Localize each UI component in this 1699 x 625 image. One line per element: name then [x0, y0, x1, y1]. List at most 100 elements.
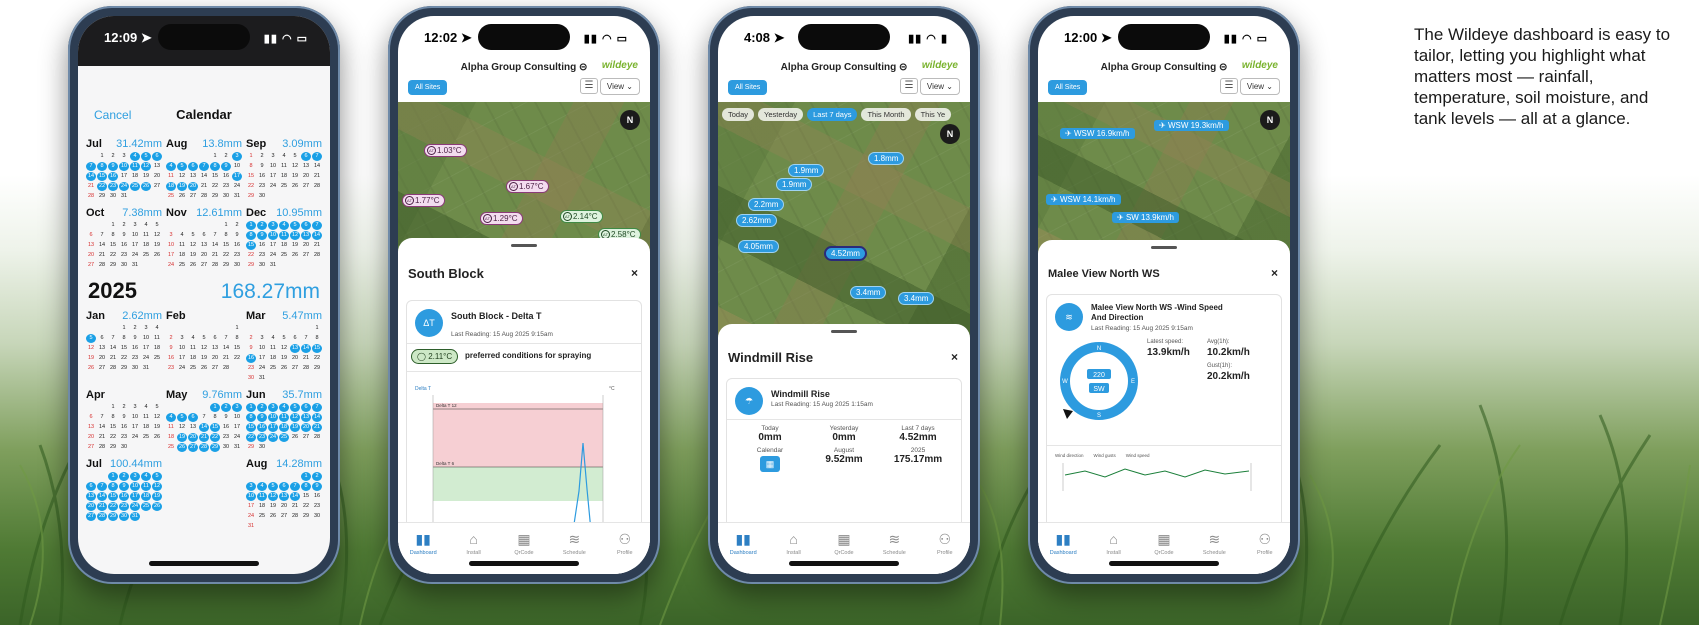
calendar-day[interactable]: 10 — [130, 482, 140, 491]
calendar-day[interactable]: 23 — [108, 182, 118, 191]
calendar-day[interactable]: 3 — [141, 324, 151, 333]
calendar-day[interactable]: 21 — [199, 433, 209, 442]
calendar-day[interactable]: 26 — [188, 261, 198, 270]
map-pin-rainfall[interactable]: 3.4mm — [850, 286, 887, 299]
calendar-day[interactable]: 27 — [210, 364, 220, 373]
map-pin-rainfall[interactable]: 3.4mm — [898, 292, 935, 305]
calendar-day[interactable]: 21 — [199, 182, 209, 191]
calendar-day[interactable]: 26 — [152, 502, 162, 511]
calendar-day[interactable]: 2 — [221, 152, 231, 161]
calendar-day[interactable]: 16 — [257, 172, 267, 181]
calendar-day[interactable]: 10 — [268, 413, 278, 422]
calendar-day[interactable]: 29 — [246, 443, 256, 452]
calendar-day[interactable]: 11 — [177, 241, 187, 250]
calendar-day[interactable]: 28 — [97, 443, 107, 452]
calendar-day[interactable]: 25 — [188, 364, 198, 373]
calendar-day[interactable]: 3 — [268, 221, 278, 230]
calendar-day[interactable]: 9 — [246, 344, 256, 353]
calendar-day[interactable]: 21 — [86, 182, 96, 191]
calendar-day[interactable]: 31 — [232, 443, 242, 452]
calendar-day[interactable]: 26 — [279, 364, 289, 373]
calendar-day[interactable]: 12 — [290, 231, 300, 240]
calendar-day[interactable]: 21 — [312, 423, 322, 432]
calendar-day[interactable]: 24 — [268, 433, 278, 442]
calendar-day[interactable]: 2 — [221, 403, 231, 412]
calendar-day[interactable]: 3 — [130, 472, 140, 481]
calendar-day[interactable]: 27 — [301, 182, 311, 191]
filter-icon[interactable]: ☰ — [580, 78, 598, 94]
calendar-day[interactable]: 23 — [221, 433, 231, 442]
calendar-day[interactable]: 8 — [210, 162, 220, 171]
calendar-day[interactable]: 11 — [257, 492, 267, 501]
calendar-day[interactable]: 15 — [246, 172, 256, 181]
calendar-day[interactable]: 5 — [268, 482, 278, 491]
calendar-day[interactable]: 22 — [301, 502, 311, 511]
calendar-day[interactable]: 10 — [177, 344, 187, 353]
calendar-day[interactable]: 15 — [312, 344, 322, 353]
calendar-day[interactable]: 17 — [130, 241, 140, 250]
calendar-day[interactable]: 8 — [246, 231, 256, 240]
calendar-day[interactable]: 3 — [166, 231, 176, 240]
calendar-day[interactable]: 16 — [246, 354, 256, 363]
calendar-day[interactable]: 14 — [108, 344, 118, 353]
calendar-day[interactable]: 12 — [290, 162, 300, 171]
calendar-day[interactable]: 31 — [257, 374, 267, 383]
calendar-day[interactable]: 24 — [141, 354, 151, 363]
all-sites-button[interactable]: All Sites — [408, 80, 448, 95]
calendar-day[interactable]: 13 — [152, 162, 162, 171]
calendar-day[interactable]: 27 — [86, 512, 96, 521]
calendar-day[interactable]: 17 — [246, 502, 256, 511]
calendar-day[interactable]: 13 — [301, 413, 311, 422]
calendar-day[interactable]: 6 — [86, 231, 96, 240]
calendar-day[interactable]: 18 — [130, 172, 140, 181]
map-pin-wind[interactable]: ✈ WSW 14.1km/h — [1046, 194, 1121, 205]
calendar-day[interactable]: 21 — [97, 502, 107, 511]
calendar-day[interactable]: 2 — [130, 324, 140, 333]
calendar-day[interactable]: 31 — [268, 261, 278, 270]
map-pin-rainfall-selected[interactable]: 4.52mm — [824, 246, 867, 261]
calendar-day[interactable]: 1 — [108, 403, 118, 412]
calendar-day[interactable]: 8 — [119, 334, 129, 343]
calendar-day[interactable]: 27 — [290, 364, 300, 373]
tab-profile[interactable]: ⚇ Profile — [925, 531, 965, 574]
calendar-day[interactable]: 27 — [301, 251, 311, 260]
calendar-day[interactable]: 25 — [130, 182, 140, 191]
calendar-day[interactable]: 3 — [257, 334, 267, 343]
calendar-day[interactable]: 29 — [312, 364, 322, 373]
calendar-day[interactable]: 25 — [279, 433, 289, 442]
calendar-day[interactable]: 14 — [210, 241, 220, 250]
calendar-day[interactable]: 9 — [130, 334, 140, 343]
calendar-day[interactable]: 15 — [210, 172, 220, 181]
calendar-day[interactable]: 21 — [301, 354, 311, 363]
calendar-day[interactable]: 30 — [257, 443, 267, 452]
calendar-day[interactable]: 10 — [268, 231, 278, 240]
calendar-day[interactable]: 7 — [86, 162, 96, 171]
calendar-day[interactable]: 5 — [199, 334, 209, 343]
calendar-day[interactable]: 16 — [312, 492, 322, 501]
calendar-day[interactable]: 28 — [108, 364, 118, 373]
calendar-day[interactable]: 15 — [108, 492, 118, 501]
calendar-day[interactable]: 15 — [232, 344, 242, 353]
tab-profile[interactable]: ⚇ Profile — [605, 531, 645, 574]
calendar-day[interactable]: 11 — [279, 162, 289, 171]
calendar-day[interactable]: 25 — [141, 502, 151, 511]
calendar-day[interactable]: 28 — [290, 512, 300, 521]
calendar-day[interactable]: 9 — [221, 413, 231, 422]
sheet-handle[interactable] — [831, 330, 857, 333]
calendar-day[interactable]: 28 — [301, 364, 311, 373]
calendar-day[interactable]: 30 — [312, 512, 322, 521]
calendar-day[interactable]: 13 — [199, 241, 209, 250]
calendar-day[interactable]: 22 — [210, 182, 220, 191]
calendar-day[interactable]: 11 — [152, 334, 162, 343]
calendar-day[interactable]: 16 — [119, 423, 129, 432]
calendar-day[interactable]: 10 — [246, 492, 256, 501]
calendar-day[interactable]: 4 — [141, 472, 151, 481]
calendar-day[interactable]: 17 — [177, 354, 187, 363]
calendar-day[interactable]: 29 — [221, 261, 231, 270]
calendar-day[interactable]: 14 — [97, 492, 107, 501]
calendar-day[interactable]: 7 — [290, 482, 300, 491]
calendar-day[interactable]: 1 — [97, 152, 107, 161]
calendar-day[interactable]: 27 — [199, 261, 209, 270]
calendar-day[interactable]: 16 — [166, 354, 176, 363]
calendar-day[interactable]: 11 — [166, 423, 176, 432]
